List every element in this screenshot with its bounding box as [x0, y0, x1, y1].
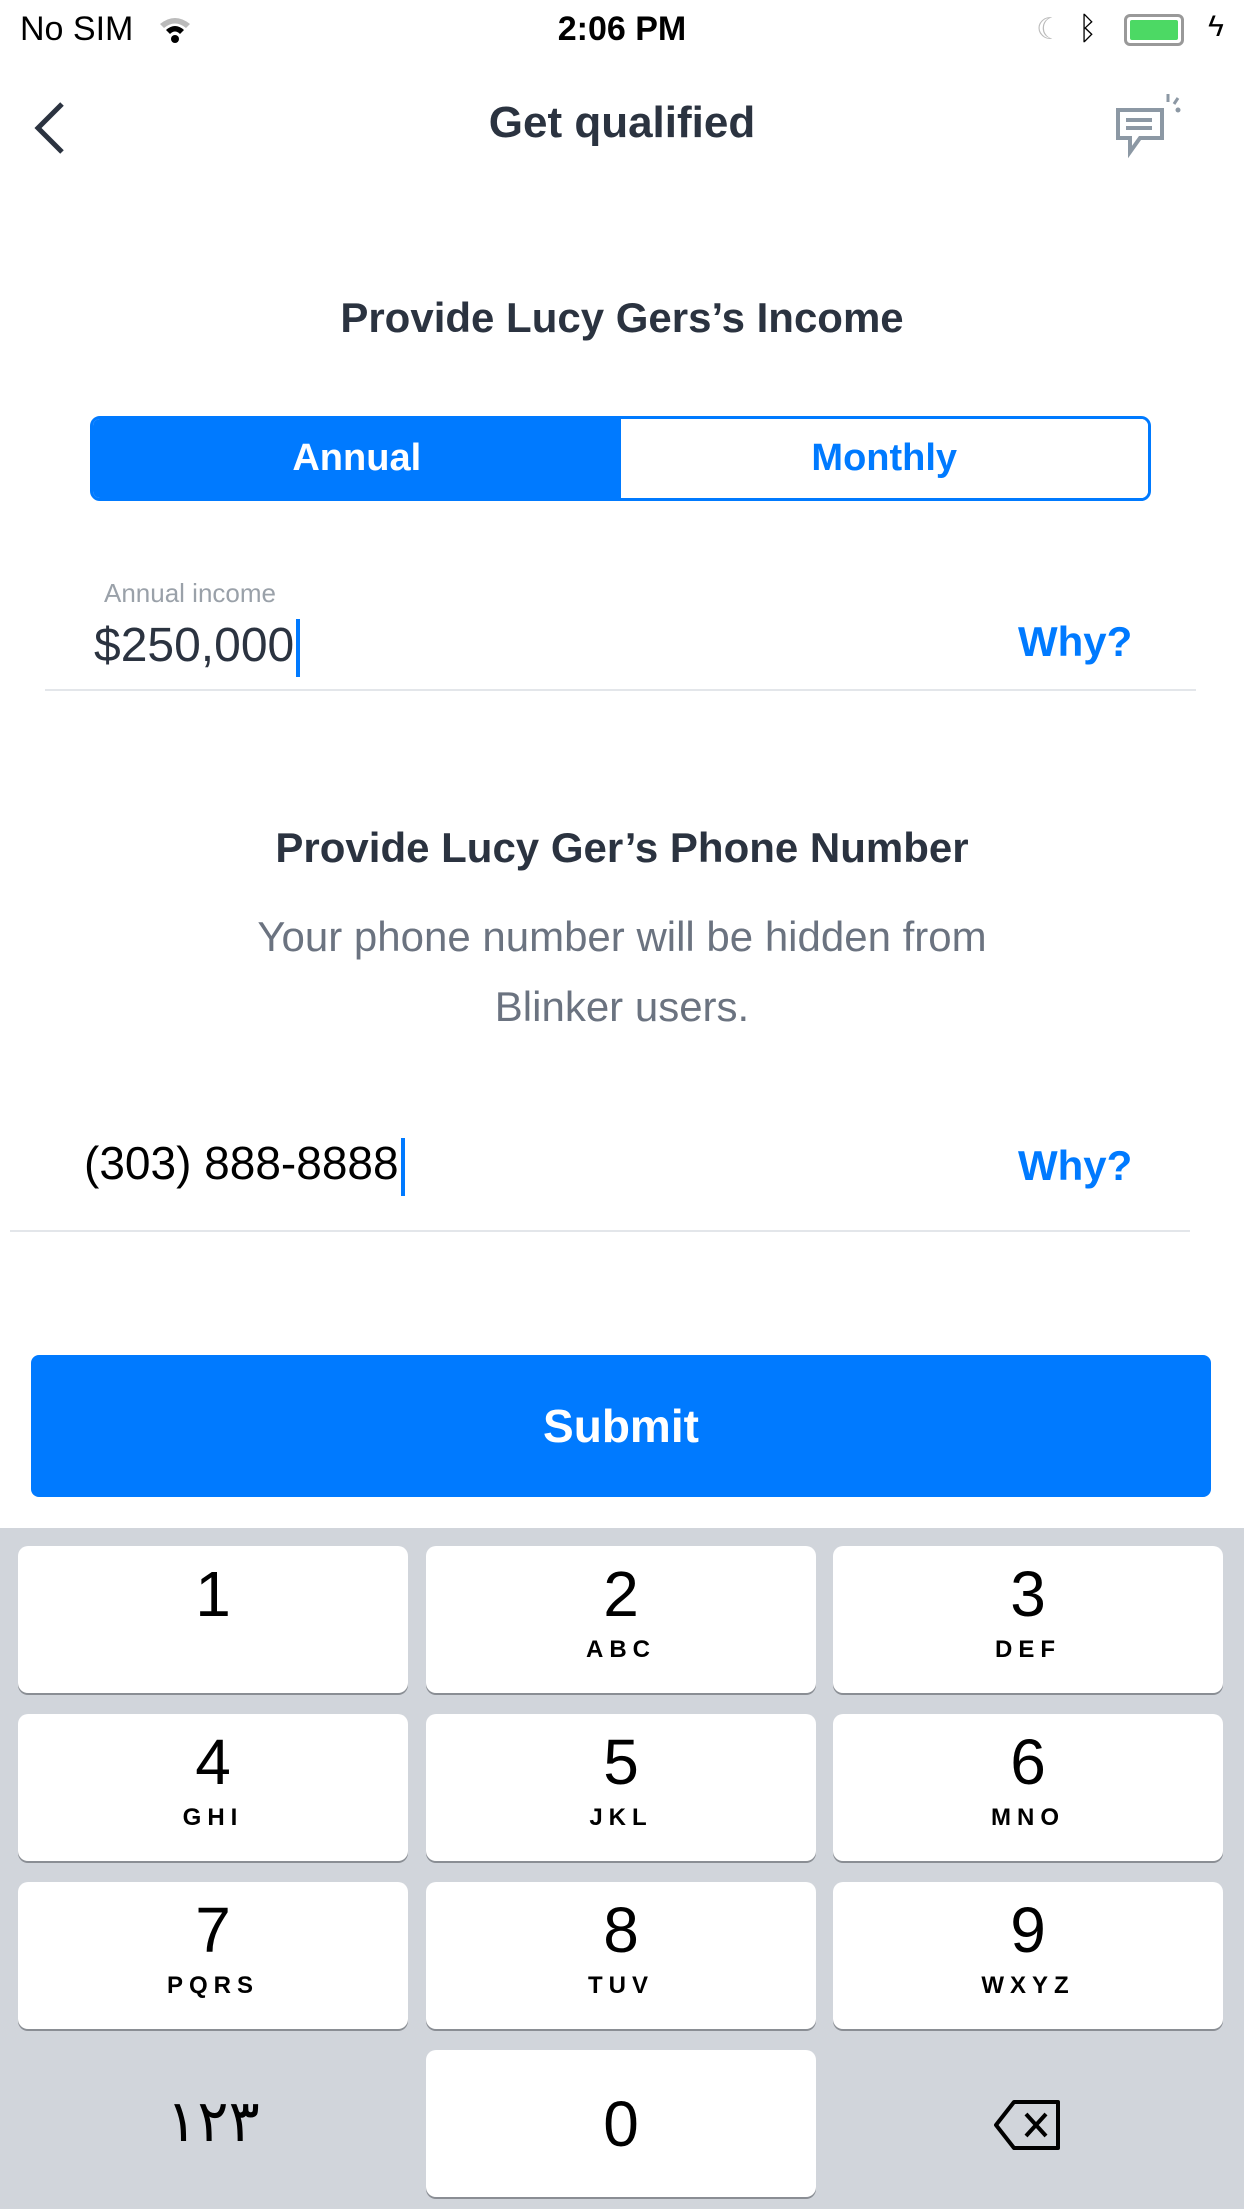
key-letters: DEF: [995, 1636, 1061, 1663]
key-digit: 3: [1010, 1558, 1046, 1630]
key-6[interactable]: 6 MNO: [833, 1714, 1223, 1861]
key-letters: JKL: [589, 1804, 653, 1831]
key-1[interactable]: 1: [18, 1546, 408, 1693]
key-digit: 6: [1010, 1726, 1046, 1798]
key-letters: PQRS: [166, 1972, 259, 1999]
key-digit: 5: [603, 1726, 639, 1798]
key-2[interactable]: 2 ABC: [426, 1546, 816, 1693]
annual-income-value: $250,000: [94, 619, 295, 672]
key-letters: ABC: [586, 1636, 656, 1663]
key-letters: MNO: [991, 1804, 1065, 1831]
phone-divider: [10, 1230, 1190, 1232]
tab-annual[interactable]: Annual: [93, 419, 621, 498]
key-alt-numerals[interactable]: ١٢٣: [18, 2050, 408, 2197]
submit-button[interactable]: Submit: [31, 1355, 1211, 1497]
charging-icon: ϟ: [1208, 10, 1224, 43]
key-digit: 9: [1010, 1894, 1046, 1966]
key-digit: 2: [603, 1558, 639, 1630]
key-8[interactable]: 8 TUV: [426, 1882, 816, 2029]
key-0[interactable]: 0: [426, 2050, 816, 2197]
key-7[interactable]: 7 PQRS: [18, 1882, 408, 2029]
key-9[interactable]: 9 WXYZ: [833, 1882, 1223, 2029]
tab-monthly[interactable]: Monthly: [620, 419, 1148, 498]
key-3[interactable]: 3 DEF: [833, 1546, 1223, 1693]
phone-input[interactable]: (303) 888-8888: [84, 1136, 405, 1196]
key-letters: GHI: [182, 1804, 244, 1831]
battery-icon: [1124, 14, 1184, 46]
key-digit: 8: [603, 1894, 639, 1966]
phone-subtitle-line2: Blinker users.: [494, 983, 750, 1030]
phone-heading: Provide Lucy Ger’s Phone Number: [275, 824, 969, 871]
chat-icon: [1116, 94, 1181, 159]
moon-icon: ☾: [1036, 13, 1063, 46]
phone-subtitle-line1: Your phone number will be hidden from: [257, 913, 987, 960]
delete-button[interactable]: [833, 2050, 1223, 2197]
annual-income-input[interactable]: $250,000: [94, 618, 301, 678]
text-cursor: [400, 1137, 405, 1196]
key-letters: WXYZ: [981, 1972, 1075, 1999]
page-title: Get qualified: [488, 98, 756, 147]
key-digit: 1: [195, 1558, 231, 1630]
key-digit: 0: [603, 2088, 639, 2160]
phone-why-link[interactable]: Why?: [1018, 1142, 1132, 1190]
income-why-link[interactable]: Why?: [1018, 618, 1132, 666]
bluetooth-icon: ᛒ: [1078, 10, 1098, 46]
income-divider: [45, 689, 1196, 691]
key-digit: 7: [195, 1894, 231, 1966]
numeric-keypad: 1 2 ABC 3 DEF 4 GHI 5 JKL 6 MNO 7 PQRS 8 TUV 9 W…: [0, 1528, 1244, 2209]
backspace-icon: [994, 2100, 1060, 2150]
key-digit: ١٢٣: [166, 2089, 260, 2154]
annual-income-label: Annual income: [104, 578, 276, 608]
status-bar: No SIM 2:06 PM ☾ ᛒ ϟ: [0, 0, 1244, 60]
key-digit: 4: [195, 1726, 231, 1798]
income-heading: Provide Lucy Gers’s Income: [340, 294, 904, 341]
chat-button[interactable]: [1112, 90, 1184, 167]
phone-value: (303) 888-8888: [84, 1137, 399, 1189]
income-period-toggle: Annual Monthly: [90, 416, 1151, 501]
key-5[interactable]: 5 JKL: [426, 1714, 816, 1861]
text-cursor: [296, 619, 301, 678]
key-letters: TUV: [588, 1972, 654, 1999]
key-4[interactable]: 4 GHI: [18, 1714, 408, 1861]
